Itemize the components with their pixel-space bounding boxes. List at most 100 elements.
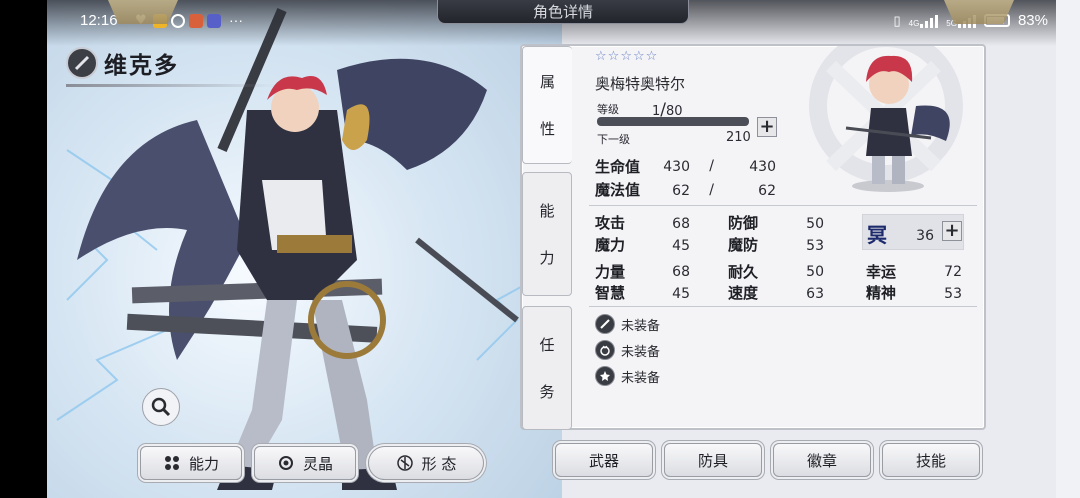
equip-armor-status: 未装备 — [621, 344, 661, 360]
right-edge — [1056, 0, 1080, 498]
equip-slot-weapon[interactable]: 未装备 — [595, 314, 660, 334]
badge-icon — [595, 366, 615, 386]
equip-slot-badge[interactable]: 未装备 — [595, 366, 660, 386]
armor-button-label: 防具 — [697, 451, 728, 470]
status-time: 12:16 — [80, 12, 118, 29]
stat-value-defense: 50 — [806, 216, 824, 232]
divider — [589, 205, 977, 206]
element-glyph: 冥 — [867, 223, 887, 247]
network-4g-label: 4G — [908, 18, 920, 28]
chibi-portrait — [786, 46, 982, 196]
mp-label: 魔法值 — [595, 181, 641, 199]
sword-icon — [595, 314, 615, 334]
sword-class-icon — [66, 47, 98, 79]
form-button-label: 形 态 — [421, 454, 457, 473]
star-icon: ☆ — [632, 49, 645, 64]
app-notification-icon — [189, 14, 203, 28]
hp-separator: / — [709, 158, 714, 174]
tab-attributes[interactable]: 属 性 — [522, 46, 572, 164]
next-level-exp: 210 — [726, 130, 751, 145]
stat-label-spirit: 精神 — [866, 284, 897, 302]
hp-current: 430 — [663, 159, 690, 175]
stat-label-speed: 速度 — [728, 284, 759, 302]
equip-weapon-status: 未装备 — [621, 318, 661, 334]
left-letterbox — [0, 0, 47, 498]
stat-value-endurance: 50 — [806, 264, 824, 280]
tab-quests[interactable]: 任 务 — [522, 306, 572, 430]
back-button[interactable] — [108, 0, 178, 24]
element-value: 36 — [916, 228, 934, 244]
abilities-button-label: 能力 — [188, 454, 219, 473]
tab-quests-char1: 任 — [539, 336, 555, 354]
stat-label-defense: 防御 — [728, 214, 759, 232]
stat-label-wisdom: 智慧 — [595, 284, 626, 302]
mp-current: 62 — [672, 183, 690, 199]
tab-abilities[interactable]: 能 力 — [522, 172, 572, 296]
vibrate-icon: ▯ — [893, 12, 901, 28]
spirit-crystal-button[interactable]: 灵晶 — [254, 446, 356, 480]
stat-value-spirit: 53 — [944, 286, 962, 302]
crystal-icon — [277, 454, 295, 472]
character-race: 奥梅特奥特尔 — [595, 75, 686, 93]
mp-max: 62 — [758, 183, 776, 199]
armor-button[interactable]: 防具 — [664, 443, 762, 477]
tab-abilities-char1: 能 — [539, 202, 555, 220]
hp-label: 生命值 — [595, 158, 641, 176]
magnifier-icon — [151, 397, 171, 417]
weapon-button-label: 武器 — [588, 451, 619, 470]
stat-label-attack: 攻击 — [595, 214, 626, 232]
equip-badge-status: 未装备 — [621, 370, 661, 386]
stat-value-speed: 63 — [806, 286, 824, 302]
rarity-stars: ☆ ☆ ☆ ☆ ☆ — [595, 50, 657, 63]
stat-value-wisdom: 45 — [672, 286, 690, 302]
level-label: 等级 — [597, 103, 619, 116]
more-notifications-icon: ··· — [229, 12, 243, 28]
armor-icon — [595, 340, 615, 360]
character-name: 维克多 — [104, 53, 179, 79]
mp-separator: / — [709, 182, 714, 198]
form-button[interactable]: 形 态 — [368, 446, 484, 480]
star-icon: ☆ — [595, 49, 607, 64]
battery-percent: 83% — [1017, 12, 1048, 29]
star-icon: ☆ — [620, 49, 632, 64]
tab-attributes-char1: 属 — [539, 73, 555, 91]
app2-notification-icon — [207, 14, 221, 28]
next-level-label: 下一级 — [597, 133, 630, 146]
tab-abilities-char2: 力 — [539, 249, 555, 267]
form-icon — [396, 454, 414, 472]
zoom-artwork-button[interactable] — [142, 388, 180, 426]
stat-label-magic: 魔力 — [595, 236, 626, 254]
grid-icon — [163, 454, 181, 472]
abilities-button[interactable]: 能力 — [140, 446, 242, 480]
star-icon: ☆ — [645, 49, 658, 64]
signal-4g-icon: 4G — [909, 14, 939, 28]
stat-value-strength: 68 — [672, 264, 690, 280]
close-button[interactable] — [944, 0, 1014, 24]
weapon-button[interactable]: 武器 — [555, 443, 653, 477]
name-underline — [66, 84, 276, 87]
tab-quests-char2: 务 — [539, 383, 555, 401]
divider — [589, 306, 977, 307]
badge-button[interactable]: 徽章 — [773, 443, 871, 477]
page-title: 角色详情 — [437, 0, 689, 24]
spirit-crystal-button-label: 灵晶 — [302, 454, 333, 473]
hp-max: 430 — [749, 159, 776, 175]
stat-label-luck: 幸运 — [866, 263, 897, 281]
stat-label-mdefense: 魔防 — [728, 236, 759, 254]
star-icon: ☆ — [607, 49, 620, 64]
stat-value-luck: 72 — [944, 264, 962, 280]
stat-label-endurance: 耐久 — [728, 263, 759, 281]
exp-progress-bar — [597, 117, 749, 126]
level-up-button[interactable]: + — [757, 117, 777, 137]
equip-slot-armor[interactable]: 未装备 — [595, 340, 660, 360]
stat-value-attack: 68 — [672, 216, 690, 232]
skills-button-label: 技能 — [915, 451, 946, 470]
stat-label-strength: 力量 — [595, 263, 626, 281]
element-add-button[interactable]: + — [942, 221, 962, 241]
stat-value-mdefense: 53 — [806, 238, 824, 254]
skills-button[interactable]: 技能 — [882, 443, 980, 477]
stat-value-magic: 45 — [672, 238, 690, 254]
character-name-plate: 维克多 — [66, 46, 179, 80]
chat-notification-icon — [171, 14, 185, 28]
tab-attributes-char2: 性 — [539, 120, 555, 138]
